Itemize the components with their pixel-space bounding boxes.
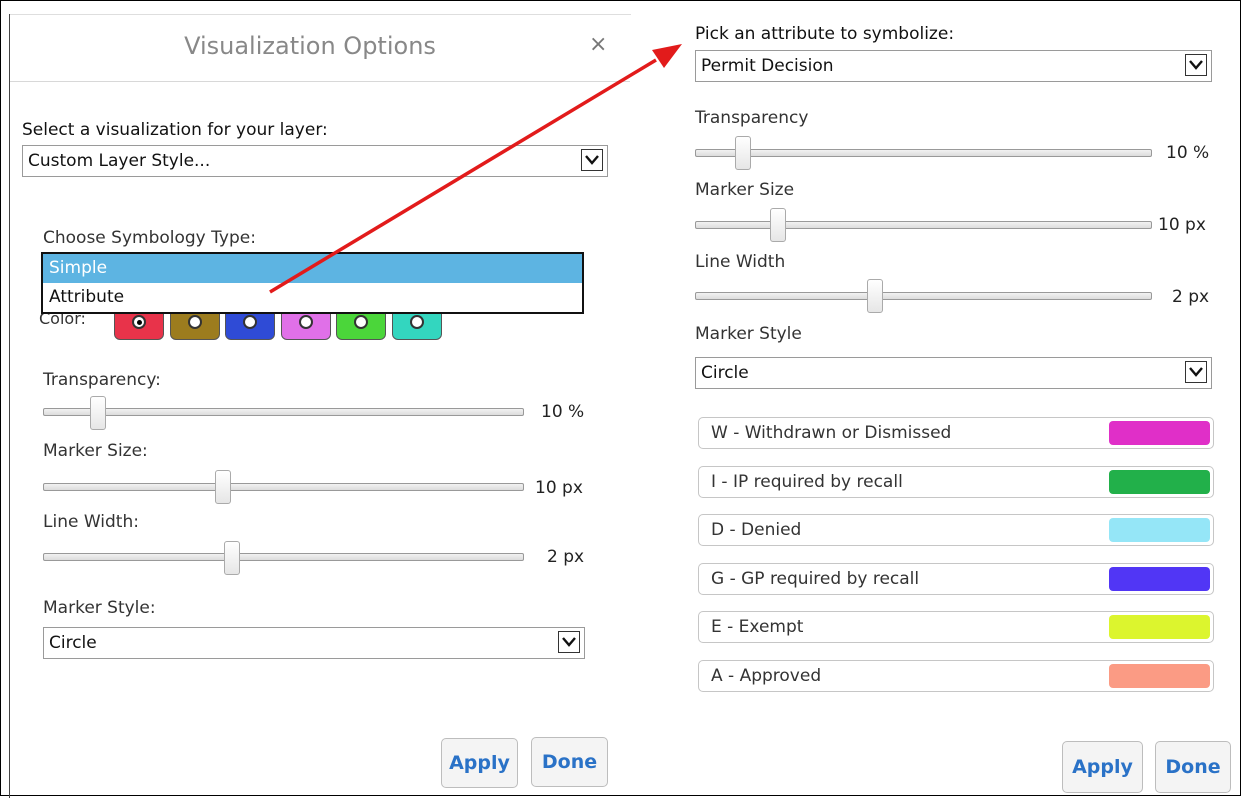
transparency-slider-track[interactable] [43,408,524,416]
transparency-slider-thumb[interactable] [734,136,751,170]
symbology-type-label: Choose Symbology Type: [43,228,256,248]
transparency-value: 10 % [541,402,585,422]
line-width-label: Line Width: [43,512,139,532]
legend-row[interactable]: D - Denied [698,514,1214,547]
dialog-title: Visualization Options [184,32,436,60]
legend-row-label: W - Withdrawn or Dismissed [711,423,952,443]
transparency-slider-track[interactable] [695,149,1152,157]
header-divider [10,81,630,82]
radio-circle-icon [410,315,424,329]
legend-row-label: E - Exempt [711,617,804,638]
marker-style-label: Marker Style: [43,598,156,618]
marker-style-select-value: Circle [701,363,749,383]
transparency-slider-thumb[interactable] [89,396,106,430]
visualization-select[interactable]: Custom Layer Style... [22,145,608,177]
transparency-label: Transparency [695,108,809,128]
marker-size-slider-thumb[interactable] [215,470,232,504]
marker-style-select[interactable]: Circle [43,627,585,659]
marker-size-slider-track[interactable] [43,483,524,491]
transparency-value: 10 % [1166,143,1210,163]
attribute-label: Pick an attribute to symbolize: [695,24,955,44]
dialog-top-border [9,14,631,15]
line-width-slider-thumb[interactable] [866,279,883,313]
line-width-slider-track[interactable] [43,553,524,561]
chevron-down-icon[interactable] [1185,361,1207,383]
legend-row-label: D - Denied [711,520,802,541]
legend-color-swatch[interactable] [1109,421,1210,445]
marker-size-slider-track[interactable] [695,221,1152,229]
line-width-slider-thumb[interactable] [224,541,241,575]
marker-size-label: Marker Size: [43,441,148,461]
symbology-type-listbox[interactable]: Simple Attribute [41,252,584,314]
legend-color-swatch[interactable] [1109,518,1210,543]
chevron-down-icon[interactable] [558,631,580,653]
legend-color-swatch[interactable] [1109,566,1210,591]
symbology-option-simple[interactable]: Simple [43,254,582,283]
symbology-option-attribute[interactable]: Attribute [43,283,582,312]
line-width-label: Line Width [695,252,786,272]
legend-row[interactable]: A - Approved [698,660,1214,692]
legend-row[interactable]: W - Withdrawn or Dismissed [698,417,1214,449]
legend-color-swatch[interactable] [1109,664,1210,688]
chevron-down-icon[interactable] [1185,54,1207,76]
radio-circle-icon [187,315,202,329]
legend-row-label: A - Approved [711,666,822,686]
attribute-select[interactable]: Permit Decision [695,50,1212,82]
marker-size-slider-thumb[interactable] [769,208,786,242]
legend-color-swatch[interactable] [1109,469,1210,494]
legend-row-label: I - IP required by recall [711,471,903,492]
marker-size-label: Marker Size [695,180,795,200]
done-button[interactable]: Done [1155,741,1231,793]
marker-style-label: Marker Style [695,324,802,344]
line-width-value: 2 px [547,547,585,567]
attribute-select-value: Permit Decision [701,56,834,76]
apply-button[interactable]: Apply [1062,741,1143,793]
marker-style-select-value: Circle [49,633,97,653]
marker-size-value: 10 px [1158,215,1206,235]
close-icon[interactable]: × [589,34,607,56]
chevron-down-icon[interactable] [581,149,603,171]
line-width-slider-track[interactable] [695,292,1152,300]
legend-row[interactable]: I - IP required by recall [698,465,1214,498]
radio-circle-icon [298,315,313,329]
legend-row[interactable]: G - GP required by recall [698,562,1214,595]
line-width-value: 2 px [1172,287,1210,307]
radio-circle-icon [354,315,369,329]
marker-size-value: 10 px [535,478,583,498]
transparency-label: Transparency: [43,370,161,390]
radio-circle-icon [243,315,258,329]
done-button[interactable]: Done [531,737,608,787]
dialog-left-border [9,14,10,798]
marker-style-select[interactable]: Circle [695,357,1212,389]
legend-color-swatch[interactable] [1109,615,1210,640]
apply-button[interactable]: Apply [441,738,518,788]
visualization-select-value: Custom Layer Style... [28,151,211,171]
radio-circle-icon [132,315,146,329]
legend-row-label: G - GP required by recall [711,568,920,589]
legend-row[interactable]: E - Exempt [698,611,1214,644]
visualization-label: Select a visualization for your layer: [22,120,328,140]
